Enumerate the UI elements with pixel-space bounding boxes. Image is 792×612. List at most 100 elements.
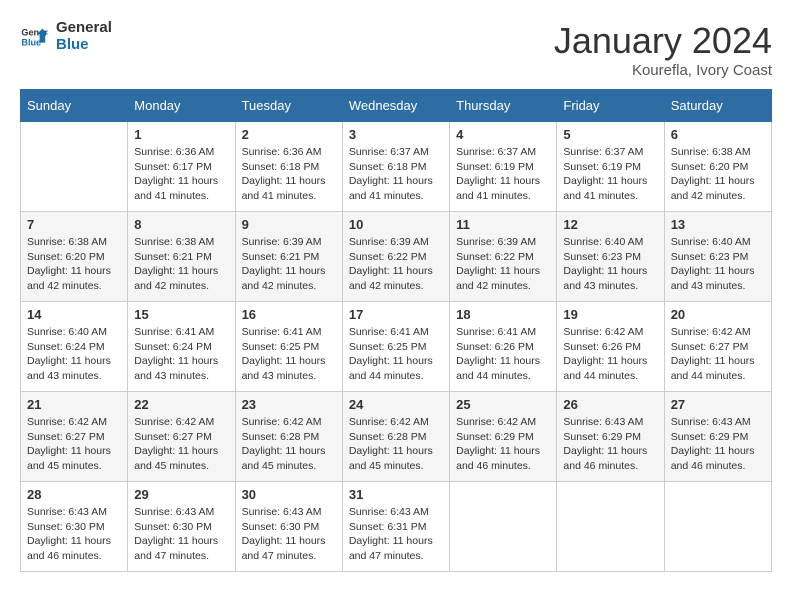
week-row-3: 14Sunrise: 6:40 AM Sunset: 6:24 PM Dayli… xyxy=(21,302,772,392)
day-info: Sunrise: 6:41 AM Sunset: 6:24 PM Dayligh… xyxy=(134,325,228,384)
day-info: Sunrise: 6:36 AM Sunset: 6:17 PM Dayligh… xyxy=(134,145,228,204)
day-cell: 6 Sunrise: 6:38 AM Sunset: 6:20 PM Daylig… xyxy=(664,122,771,212)
day-cell: 14Sunrise: 6:40 AM Sunset: 6:24 PM Dayli… xyxy=(21,302,128,392)
day-number: 20 xyxy=(671,307,765,322)
day-number: 9 xyxy=(242,217,336,232)
day-header-monday: Monday xyxy=(128,90,235,122)
day-cell: 21 Sunrise: 6:42 AM Sunset: 6:27 PM Dayli… xyxy=(21,392,128,482)
day-info: Sunrise: 6:43 AM Sunset: 6:30 PM Dayligh… xyxy=(242,505,336,564)
day-header-sunday: Sunday xyxy=(21,90,128,122)
day-info: Sunrise: 6:41 AM Sunset: 6:26 PM Dayligh… xyxy=(456,325,550,384)
day-number: 3 xyxy=(349,127,443,142)
day-number: 16 xyxy=(242,307,336,322)
week-row-1: 1 Sunrise: 6:36 AM Sunset: 6:17 PM Daylig… xyxy=(21,122,772,212)
day-cell: 28 Sunrise: 6:43 AM Sunset: 6:30 PM Dayli… xyxy=(21,482,128,572)
day-info: Sunrise: 6:39 AM Sunset: 6:21 PM Dayligh… xyxy=(242,235,336,294)
day-info: Sunrise: 6:37 AM Sunset: 6:19 PM Dayligh… xyxy=(456,145,550,204)
day-info: Sunrise: 6:39 AM Sunset: 6:22 PM Dayligh… xyxy=(349,235,443,294)
day-cell: 4Sunrise: 6:37 AM Sunset: 6:19 PM Daylig… xyxy=(450,122,557,212)
day-cell: 1 Sunrise: 6:36 AM Sunset: 6:17 PM Daylig… xyxy=(128,122,235,212)
day-cell: 3 Sunrise: 6:37 AM Sunset: 6:18 PM Daylig… xyxy=(342,122,449,212)
day-number: 24 xyxy=(349,397,443,412)
day-number: 22 xyxy=(134,397,228,412)
day-number: 11 xyxy=(456,217,550,232)
day-cell: 29Sunrise: 6:43 AM Sunset: 6:30 PM Dayli… xyxy=(128,482,235,572)
day-info: Sunrise: 6:43 AM Sunset: 6:29 PM Dayligh… xyxy=(671,415,765,474)
day-info: Sunrise: 6:36 AM Sunset: 6:18 PM Dayligh… xyxy=(242,145,336,204)
title-block: January 2024 Kourefla, Ivory Coast xyxy=(554,20,772,79)
day-info: Sunrise: 6:38 AM Sunset: 6:20 PM Dayligh… xyxy=(671,145,765,204)
day-cell xyxy=(21,122,128,212)
day-cell: 11Sunrise: 6:39 AM Sunset: 6:22 PM Dayli… xyxy=(450,212,557,302)
day-info: Sunrise: 6:43 AM Sunset: 6:30 PM Dayligh… xyxy=(27,505,121,564)
day-number: 12 xyxy=(563,217,657,232)
logo-general: General xyxy=(56,20,112,37)
day-cell: 10 Sunrise: 6:39 AM Sunset: 6:22 PM Dayli… xyxy=(342,212,449,302)
day-info: Sunrise: 6:42 AM Sunset: 6:26 PM Dayligh… xyxy=(563,325,657,384)
day-info: Sunrise: 6:38 AM Sunset: 6:21 PM Dayligh… xyxy=(134,235,228,294)
logo: General Blue General Blue xyxy=(20,20,112,53)
day-info: Sunrise: 6:43 AM Sunset: 6:30 PM Dayligh… xyxy=(134,505,228,564)
day-number: 2 xyxy=(242,127,336,142)
day-cell: 31 Sunrise: 6:43 AM Sunset: 6:31 PM Dayli… xyxy=(342,482,449,572)
logo-blue: Blue xyxy=(56,37,112,54)
day-cell: 7 Sunrise: 6:38 AM Sunset: 6:20 PM Daylig… xyxy=(21,212,128,302)
day-cell: 12 Sunrise: 6:40 AM Sunset: 6:23 PM Dayli… xyxy=(557,212,664,302)
header-row: SundayMondayTuesdayWednesdayThursdayFrid… xyxy=(21,90,772,122)
day-number: 8 xyxy=(134,217,228,232)
day-number: 10 xyxy=(349,217,443,232)
day-info: Sunrise: 6:40 AM Sunset: 6:24 PM Dayligh… xyxy=(27,325,121,384)
day-number: 7 xyxy=(27,217,121,232)
svg-text:Blue: Blue xyxy=(21,37,41,47)
week-row-4: 21 Sunrise: 6:42 AM Sunset: 6:27 PM Dayli… xyxy=(21,392,772,482)
day-cell: 15Sunrise: 6:41 AM Sunset: 6:24 PM Dayli… xyxy=(128,302,235,392)
week-row-5: 28 Sunrise: 6:43 AM Sunset: 6:30 PM Dayli… xyxy=(21,482,772,572)
day-cell: 16Sunrise: 6:41 AM Sunset: 6:25 PM Dayli… xyxy=(235,302,342,392)
day-number: 6 xyxy=(671,127,765,142)
calendar-table: SundayMondayTuesdayWednesdayThursdayFrid… xyxy=(20,89,772,572)
day-number: 30 xyxy=(242,487,336,502)
day-info: Sunrise: 6:43 AM Sunset: 6:29 PM Dayligh… xyxy=(563,415,657,474)
day-cell xyxy=(450,482,557,572)
day-info: Sunrise: 6:37 AM Sunset: 6:18 PM Dayligh… xyxy=(349,145,443,204)
day-number: 5 xyxy=(563,127,657,142)
day-cell: 18 Sunrise: 6:41 AM Sunset: 6:26 PM Dayli… xyxy=(450,302,557,392)
day-info: Sunrise: 6:38 AM Sunset: 6:20 PM Dayligh… xyxy=(27,235,121,294)
day-number: 28 xyxy=(27,487,121,502)
day-number: 31 xyxy=(349,487,443,502)
day-number: 13 xyxy=(671,217,765,232)
day-cell xyxy=(557,482,664,572)
day-info: Sunrise: 6:40 AM Sunset: 6:23 PM Dayligh… xyxy=(671,235,765,294)
day-info: Sunrise: 6:42 AM Sunset: 6:27 PM Dayligh… xyxy=(134,415,228,474)
day-info: Sunrise: 6:42 AM Sunset: 6:27 PM Dayligh… xyxy=(671,325,765,384)
day-info: Sunrise: 6:42 AM Sunset: 6:27 PM Dayligh… xyxy=(27,415,121,474)
day-info: Sunrise: 6:40 AM Sunset: 6:23 PM Dayligh… xyxy=(563,235,657,294)
day-cell: 25Sunrise: 6:42 AM Sunset: 6:29 PM Dayli… xyxy=(450,392,557,482)
day-header-saturday: Saturday xyxy=(664,90,771,122)
day-header-thursday: Thursday xyxy=(450,90,557,122)
day-number: 17 xyxy=(349,307,443,322)
day-header-wednesday: Wednesday xyxy=(342,90,449,122)
location-subtitle: Kourefla, Ivory Coast xyxy=(554,62,772,79)
day-cell: 17 Sunrise: 6:41 AM Sunset: 6:25 PM Dayli… xyxy=(342,302,449,392)
day-cell: 5 Sunrise: 6:37 AM Sunset: 6:19 PM Daylig… xyxy=(557,122,664,212)
day-info: Sunrise: 6:42 AM Sunset: 6:28 PM Dayligh… xyxy=(349,415,443,474)
day-cell: 23 Sunrise: 6:42 AM Sunset: 6:28 PM Dayli… xyxy=(235,392,342,482)
day-info: Sunrise: 6:43 AM Sunset: 6:31 PM Dayligh… xyxy=(349,505,443,564)
day-number: 27 xyxy=(671,397,765,412)
day-number: 26 xyxy=(563,397,657,412)
day-number: 23 xyxy=(242,397,336,412)
week-row-2: 7 Sunrise: 6:38 AM Sunset: 6:20 PM Daylig… xyxy=(21,212,772,302)
day-cell: 20 Sunrise: 6:42 AM Sunset: 6:27 PM Dayli… xyxy=(664,302,771,392)
day-number: 18 xyxy=(456,307,550,322)
page-header: General Blue General Blue January 2024 K… xyxy=(20,20,772,79)
day-cell xyxy=(664,482,771,572)
day-info: Sunrise: 6:41 AM Sunset: 6:25 PM Dayligh… xyxy=(349,325,443,384)
day-number: 1 xyxy=(134,127,228,142)
day-info: Sunrise: 6:42 AM Sunset: 6:29 PM Dayligh… xyxy=(456,415,550,474)
logo-icon: General Blue xyxy=(20,23,48,51)
day-info: Sunrise: 6:42 AM Sunset: 6:28 PM Dayligh… xyxy=(242,415,336,474)
day-info: Sunrise: 6:37 AM Sunset: 6:19 PM Dayligh… xyxy=(563,145,657,204)
day-cell: 9 Sunrise: 6:39 AM Sunset: 6:21 PM Daylig… xyxy=(235,212,342,302)
day-number: 21 xyxy=(27,397,121,412)
